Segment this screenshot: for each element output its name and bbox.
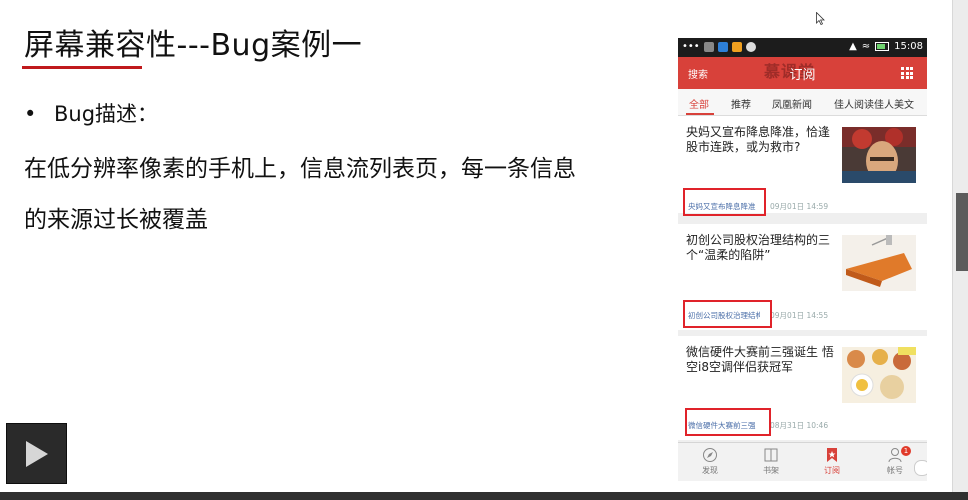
play-button[interactable] bbox=[6, 423, 67, 484]
slide-title: 屏幕兼容性---Bug案例一 bbox=[24, 28, 363, 63]
wifi-icon: ≈ bbox=[861, 41, 871, 52]
notification-badge: 1 bbox=[901, 446, 911, 456]
article-card[interactable]: 初创公司股权治理结构的三个“温柔的陷阱” 初创公司股权治理结构 09月01日 14… bbox=[678, 224, 927, 330]
tab-ifeng-news[interactable]: 凤凰新闻 bbox=[772, 96, 812, 111]
compass-icon bbox=[703, 448, 717, 462]
article-thumbnail bbox=[842, 347, 916, 403]
book-icon bbox=[764, 448, 778, 462]
app-notification-icon bbox=[717, 41, 728, 52]
article-headline: 初创公司股权治理结构的三个“温柔的陷阱” bbox=[686, 233, 831, 262]
tab-recommend[interactable]: 推荐 bbox=[731, 96, 751, 111]
bullet-marker: • bbox=[24, 102, 37, 126]
description-line-1: 在低分辨率像素的手机上，信息流列表页，每一条信息 bbox=[24, 156, 576, 182]
bullet-item: • Bug描述： bbox=[24, 98, 158, 128]
article-card[interactable]: 微信硬件大赛前三强诞生 悟空i8空调伴侣获冠军 微信硬件大赛前三强 08月31日 … bbox=[678, 336, 927, 440]
nav-bookshelf[interactable]: 书架 bbox=[751, 447, 791, 476]
article-headline: 微信硬件大赛前三强诞生 悟空i8空调伴侣获冠军 bbox=[686, 345, 834, 374]
nav-discover-label: 发现 bbox=[702, 466, 718, 475]
highlight-box bbox=[685, 408, 771, 436]
bullet-label: Bug描述： bbox=[54, 102, 159, 126]
nav-discover[interactable]: 发现 bbox=[690, 447, 730, 476]
status-dots: ••• bbox=[682, 41, 700, 52]
article-time: 09月01日 14:55 bbox=[770, 311, 829, 320]
highlight-box bbox=[683, 188, 766, 216]
bookmark-star-icon bbox=[827, 448, 837, 462]
floating-toggle[interactable] bbox=[914, 460, 927, 476]
active-tab-indicator bbox=[686, 113, 714, 115]
status-time: 15:08 bbox=[894, 41, 923, 52]
article-thumbnail bbox=[842, 127, 916, 183]
phone-status-bar: ••• ▲ ≈ 15:08 bbox=[678, 38, 927, 57]
mouse-cursor-icon bbox=[816, 12, 825, 25]
tab-all[interactable]: 全部 bbox=[689, 96, 709, 111]
bottom-nav: 发现 书架 订阅 帐号 1 bbox=[678, 442, 927, 481]
side-panel-handle[interactable] bbox=[956, 193, 968, 271]
article-card[interactable]: 央妈又宣布降息降准，恰逢股市连跌，或为救市? 央妈又宣布降息降准 09月01日 1… bbox=[678, 116, 927, 216]
article-thumbnail bbox=[842, 235, 916, 291]
grid-menu-icon[interactable] bbox=[901, 67, 913, 79]
app-title: 订阅 bbox=[789, 68, 816, 83]
title-underline bbox=[22, 66, 142, 69]
highlight-box bbox=[683, 300, 772, 328]
app-header: 搜索 慕课堂 订阅 bbox=[678, 57, 927, 89]
nav-bookshelf-label: 书架 bbox=[763, 466, 779, 475]
phone-screenshot: ••• ▲ ≈ 15:08 搜索 慕课堂 订阅 全部 推荐 凤凰新闻 佳人阅读佳… bbox=[678, 38, 927, 481]
bottom-dark-bar bbox=[0, 492, 968, 500]
article-time: 09月01日 14:59 bbox=[770, 202, 829, 211]
battery-icon bbox=[875, 42, 890, 51]
nav-subscribe[interactable]: 订阅 bbox=[812, 447, 852, 476]
bug-description: 在低分辨率像素的手机上，信息流列表页，每一条信息 的来源过长被覆盖 bbox=[24, 144, 674, 246]
signal-icon: ▲ bbox=[849, 41, 857, 52]
play-icon bbox=[26, 441, 48, 467]
app-notification-icon bbox=[731, 41, 742, 52]
article-time: 08月31日 10:46 bbox=[770, 421, 829, 430]
wechat-icon bbox=[745, 41, 756, 52]
description-line-2: 的来源过长被覆盖 bbox=[24, 207, 208, 233]
nav-account-label: 帐号 bbox=[887, 466, 903, 475]
category-tabs: 全部 推荐 凤凰新闻 佳人阅读佳人美文 bbox=[678, 89, 927, 116]
notification-icon bbox=[703, 41, 714, 52]
slide: 屏幕兼容性---Bug案例一 • Bug描述： 在低分辨率像素的手机上，信息流列表… bbox=[0, 0, 952, 492]
nav-subscribe-label: 订阅 bbox=[824, 466, 840, 475]
tab-jiaren-reading[interactable]: 佳人阅读佳人美文 bbox=[834, 96, 927, 111]
article-headline: 央妈又宣布降息降准，恰逢股市连跌，或为救市? bbox=[686, 125, 831, 154]
